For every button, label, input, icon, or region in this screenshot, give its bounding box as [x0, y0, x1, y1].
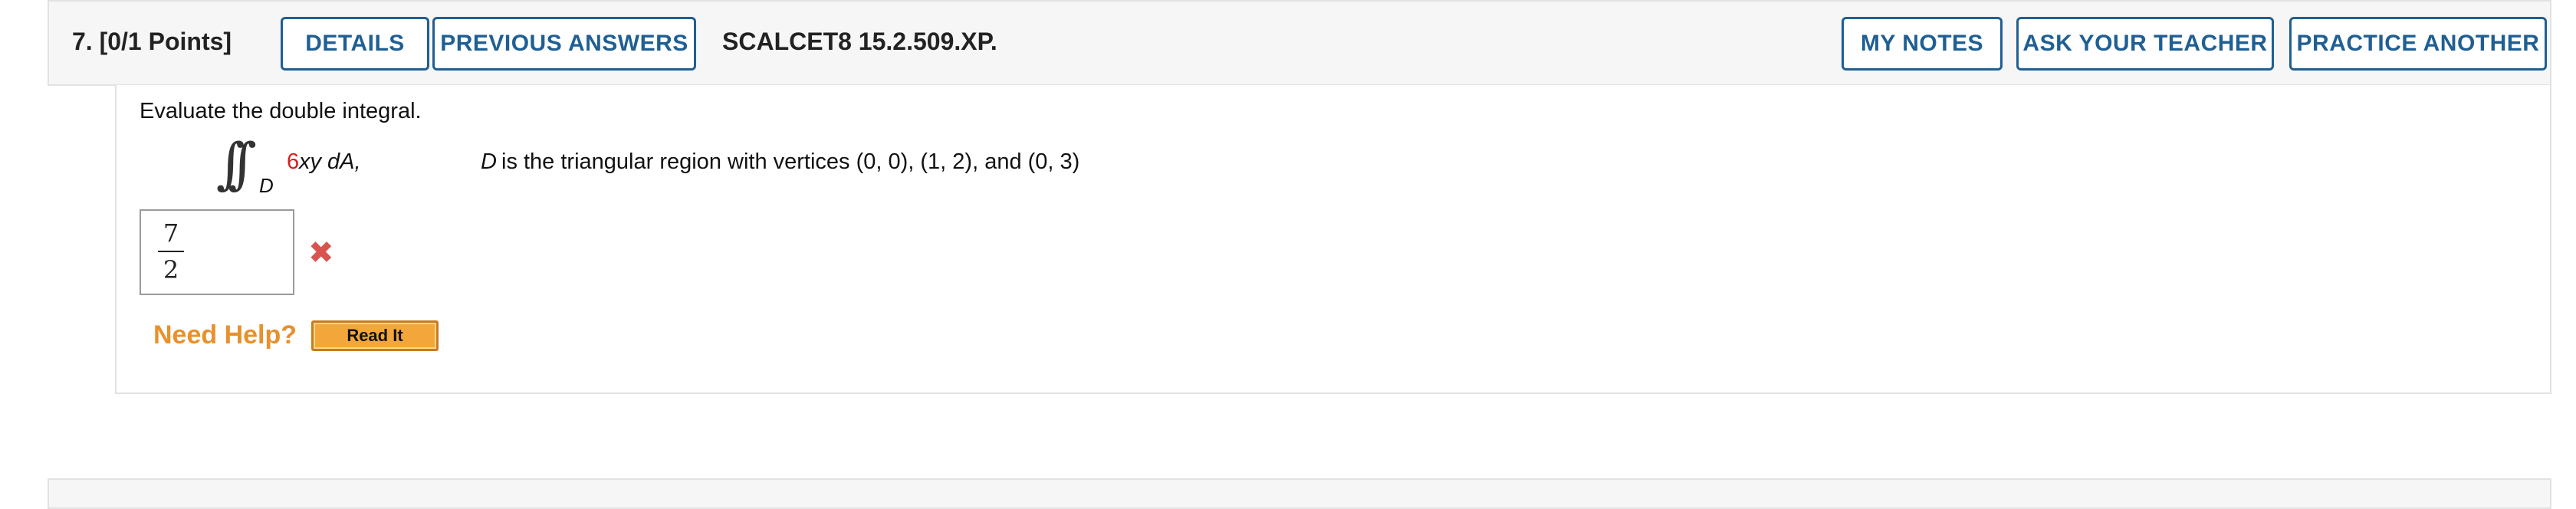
integral-expression: ∫∫ D 6 xy dA, D is the triangular region…: [216, 131, 1290, 200]
question-code: SCALCET8 15.2.509.XP.: [722, 28, 997, 55]
practice-another-button[interactable]: PRACTICE ANOTHER: [2289, 17, 2547, 71]
question-body: Evaluate the double integral. ∫∫ D 6 xy …: [115, 85, 2551, 394]
question-header: 7. [0/1 Points] DETAILS PREVIOUS ANSWERS…: [48, 0, 2551, 86]
previous-answers-button[interactable]: PREVIOUS ANSWERS: [432, 17, 696, 71]
question-prompt: Evaluate the double integral.: [140, 99, 422, 123]
answer-field[interactable]: 7 2: [140, 209, 294, 295]
details-button[interactable]: DETAILS: [281, 17, 429, 71]
next-question-header: [48, 478, 2551, 509]
answer-denominator: 2: [163, 255, 179, 284]
integral-subscript: D: [259, 174, 274, 197]
double-integral-symbol: ∫∫: [216, 131, 257, 195]
ask-your-teacher-button[interactable]: ASK YOUR TEACHER: [2016, 17, 2274, 71]
region-description: is the triangular region with vertices (…: [501, 149, 1080, 174]
need-help-label: Need Help?: [153, 320, 297, 350]
answer-numerator: 7: [163, 218, 179, 248]
integrand: xy dA,: [299, 149, 361, 174]
integrand-coefficient: 6: [287, 149, 300, 174]
answer-fraction: 7 2: [158, 218, 184, 284]
my-notes-button[interactable]: MY NOTES: [1842, 17, 2003, 71]
read-it-button[interactable]: Read It: [311, 320, 439, 351]
incorrect-x-icon: ✖: [308, 236, 334, 270]
region-variable: D: [481, 149, 497, 174]
fraction-bar: [158, 251, 184, 252]
question-number-points: 7. [0/1 Points]: [72, 28, 232, 55]
